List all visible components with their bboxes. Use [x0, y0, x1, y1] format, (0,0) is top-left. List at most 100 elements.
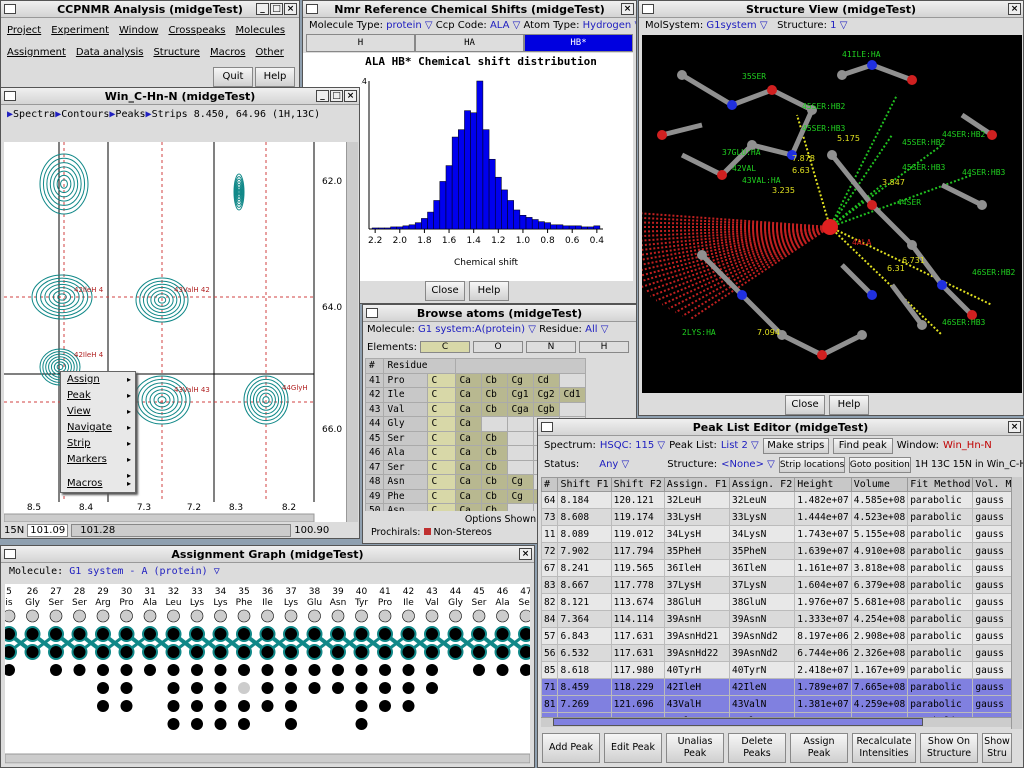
peak-cell[interactable]: gauss [972, 542, 1011, 560]
peak-cell[interactable]: 119.012 [610, 525, 665, 543]
peak-cell[interactable]: parabolic [907, 491, 974, 509]
title-bar[interactable]: Structure View (midgeTest) × [639, 1, 1023, 18]
peak-cell[interactable]: 2.418e+07 [794, 661, 852, 679]
atom-cell[interactable]: Cb [481, 387, 509, 403]
peak-cell[interactable]: 6.744e+06 [794, 644, 852, 662]
peaklist-action-button[interactable]: Show Stru [982, 733, 1012, 763]
atom-row[interactable]: 41 Pro C Ca Cb Cg Cd [364, 372, 587, 388]
atom-row[interactable]: 43 Val C Ca Cb Cga Cgb [364, 401, 587, 417]
maximize-icon[interactable]: □ [330, 90, 343, 102]
atom-row[interactable]: 42 Ile C Ca Cb Cg1 Cg2 Cd1 [364, 387, 587, 403]
peak-cell[interactable]: 38GluN [729, 593, 796, 611]
window-menu-icon[interactable] [366, 308, 378, 318]
title-bar[interactable]: Nmr Reference Chemical Shifts (midgeTest… [303, 1, 636, 18]
peak-cell[interactable]: 84 [541, 610, 559, 628]
strip-locations-button[interactable]: Strip locations [778, 456, 845, 473]
window-menu-icon[interactable] [4, 91, 16, 101]
peak-cell[interactable]: 37LysH [663, 576, 731, 594]
ctx-assign[interactable]: Assign [61, 372, 135, 388]
peak-cell[interactable]: 119.565 [610, 559, 665, 577]
peak-cell[interactable]: parabolic [907, 695, 974, 713]
peak-row[interactable]: 82 8.121 113.674 38GluH 38GluN 1.976e+07 5.681… [541, 593, 1011, 611]
peak-cell[interactable]: 118.229 [610, 678, 665, 696]
structure-select[interactable]: <None> ▽ [721, 459, 775, 470]
atom-cell[interactable]: Cg [507, 372, 535, 388]
atom-cell[interactable]: Ca [455, 401, 483, 417]
menu-crosspeaks[interactable]: Crosspeaks [168, 25, 225, 36]
title-bar[interactable]: Browse atoms (midgeTest) [363, 305, 636, 322]
find-peak-button[interactable]: Find peak [832, 437, 893, 454]
peak-cell[interactable]: 42IleN [729, 678, 796, 696]
atom-cell[interactable]: Cb [481, 401, 509, 417]
ctx-peak[interactable]: Peak [61, 388, 135, 404]
peaklist-action-button[interactable]: Add Peak [542, 733, 600, 763]
atom-cell[interactable]: Ca [455, 459, 483, 475]
table-vertical-scrollbar[interactable] [1011, 477, 1022, 729]
peak-cell[interactable]: 8.121 [557, 593, 612, 611]
atom-cell[interactable]: C [427, 488, 457, 504]
atom-cell[interactable]: C [427, 474, 457, 490]
peak-cell[interactable]: 83 [541, 576, 559, 594]
peak-cell[interactable]: gauss [972, 627, 1011, 645]
help-button[interactable]: Help [469, 281, 509, 301]
peak-cell[interactable]: 57 [541, 627, 559, 645]
column-header[interactable]: Assign. F1 [663, 477, 731, 492]
ctx-view[interactable]: View [61, 404, 135, 420]
atom-cell[interactable]: C [427, 459, 457, 475]
minimize-icon[interactable]: _ [316, 90, 329, 102]
contours-menu[interactable]: Contours [61, 109, 109, 120]
peak-cell[interactable]: 82 [541, 593, 559, 611]
peak-cell[interactable]: 11 [541, 525, 559, 543]
atom-cell[interactable]: C [427, 387, 457, 403]
peak-cell[interactable]: 4.254e+08 [850, 610, 909, 628]
peak-cell[interactable]: 119.174 [610, 508, 665, 526]
column-header[interactable]: Fit Method [907, 477, 974, 492]
atom-cell[interactable]: Cb [481, 445, 509, 461]
peak-cell[interactable]: 1.444e+07 [794, 508, 852, 526]
peak-cell[interactable]: 8.089 [557, 525, 612, 543]
peak-cell[interactable]: 56 [541, 644, 559, 662]
peak-cell[interactable]: 1.976e+07 [794, 593, 852, 611]
atom-cell[interactable]: C [427, 445, 457, 461]
ctx-strip[interactable]: Strip [61, 436, 135, 452]
peak-cell[interactable]: 1.604e+07 [794, 576, 852, 594]
peak-cell[interactable]: 6.532 [557, 644, 612, 662]
menu-molecules[interactable]: Molecules [235, 25, 285, 36]
peak-cell[interactable]: 32LeuH [663, 491, 731, 509]
goto-position-button[interactable]: Goto position [848, 456, 911, 473]
peaklist-action-button[interactable]: Assign Peak [790, 733, 848, 763]
atom-cell[interactable]: Cg [507, 488, 535, 504]
peak-cell[interactable]: 33LysH [663, 508, 731, 526]
column-header[interactable]: Assign. F2 [729, 477, 796, 492]
column-header[interactable]: Height [794, 477, 852, 492]
atom-cell[interactable]: Cb [481, 459, 509, 475]
molecule-type-select[interactable]: protein ▽ [386, 20, 432, 31]
peaklist-action-button[interactable]: Delete Peaks [728, 733, 786, 763]
atom-cell[interactable]: Ca [455, 488, 483, 504]
peak-cell[interactable]: gauss [972, 678, 1011, 696]
molsystem-select[interactable]: G1system ▽ [706, 20, 767, 31]
peak-cell[interactable]: 39AsnHd21 [663, 627, 731, 645]
peak-cell[interactable]: gauss [972, 695, 1011, 713]
peak-cell[interactable]: 6.843 [557, 627, 612, 645]
peak-cell[interactable]: 39AsnN [729, 610, 796, 628]
peak-cell[interactable]: 5.681e+08 [850, 593, 909, 611]
peak-row[interactable]: 11 8.089 119.012 34LysH 34LysN 1.743e+07 5.155… [541, 525, 1011, 543]
menu-other[interactable]: Other [255, 47, 283, 58]
peak-cell[interactable]: 35PheH [663, 542, 731, 560]
title-bar[interactable]: Assignment Graph (midgeTest) × [1, 546, 534, 563]
peak-cell[interactable]: parabolic [907, 559, 974, 577]
close-icon[interactable]: × [621, 3, 634, 15]
atom-cell[interactable]: Cga [507, 401, 535, 417]
contour-plot[interactable]: 42IleH 4 43ValH 42 42IleH 4 43ValH 43 44GlyH… [4, 142, 349, 522]
column-header[interactable]: Shift F1 [557, 477, 612, 492]
peak-cell[interactable]: parabolic [907, 576, 974, 594]
peak-cell[interactable]: 38GluH [663, 593, 731, 611]
vertical-scrollbar[interactable] [346, 142, 358, 522]
peak-cell[interactable]: 114.114 [610, 610, 665, 628]
ctx-navigate[interactable]: Navigate [61, 420, 135, 436]
peak-cell[interactable]: parabolic [907, 593, 974, 611]
menu-macros[interactable]: Macros [210, 47, 245, 58]
peak-cell[interactable]: 42IleH [663, 678, 731, 696]
peak-cell[interactable]: 117.631 [610, 644, 665, 662]
